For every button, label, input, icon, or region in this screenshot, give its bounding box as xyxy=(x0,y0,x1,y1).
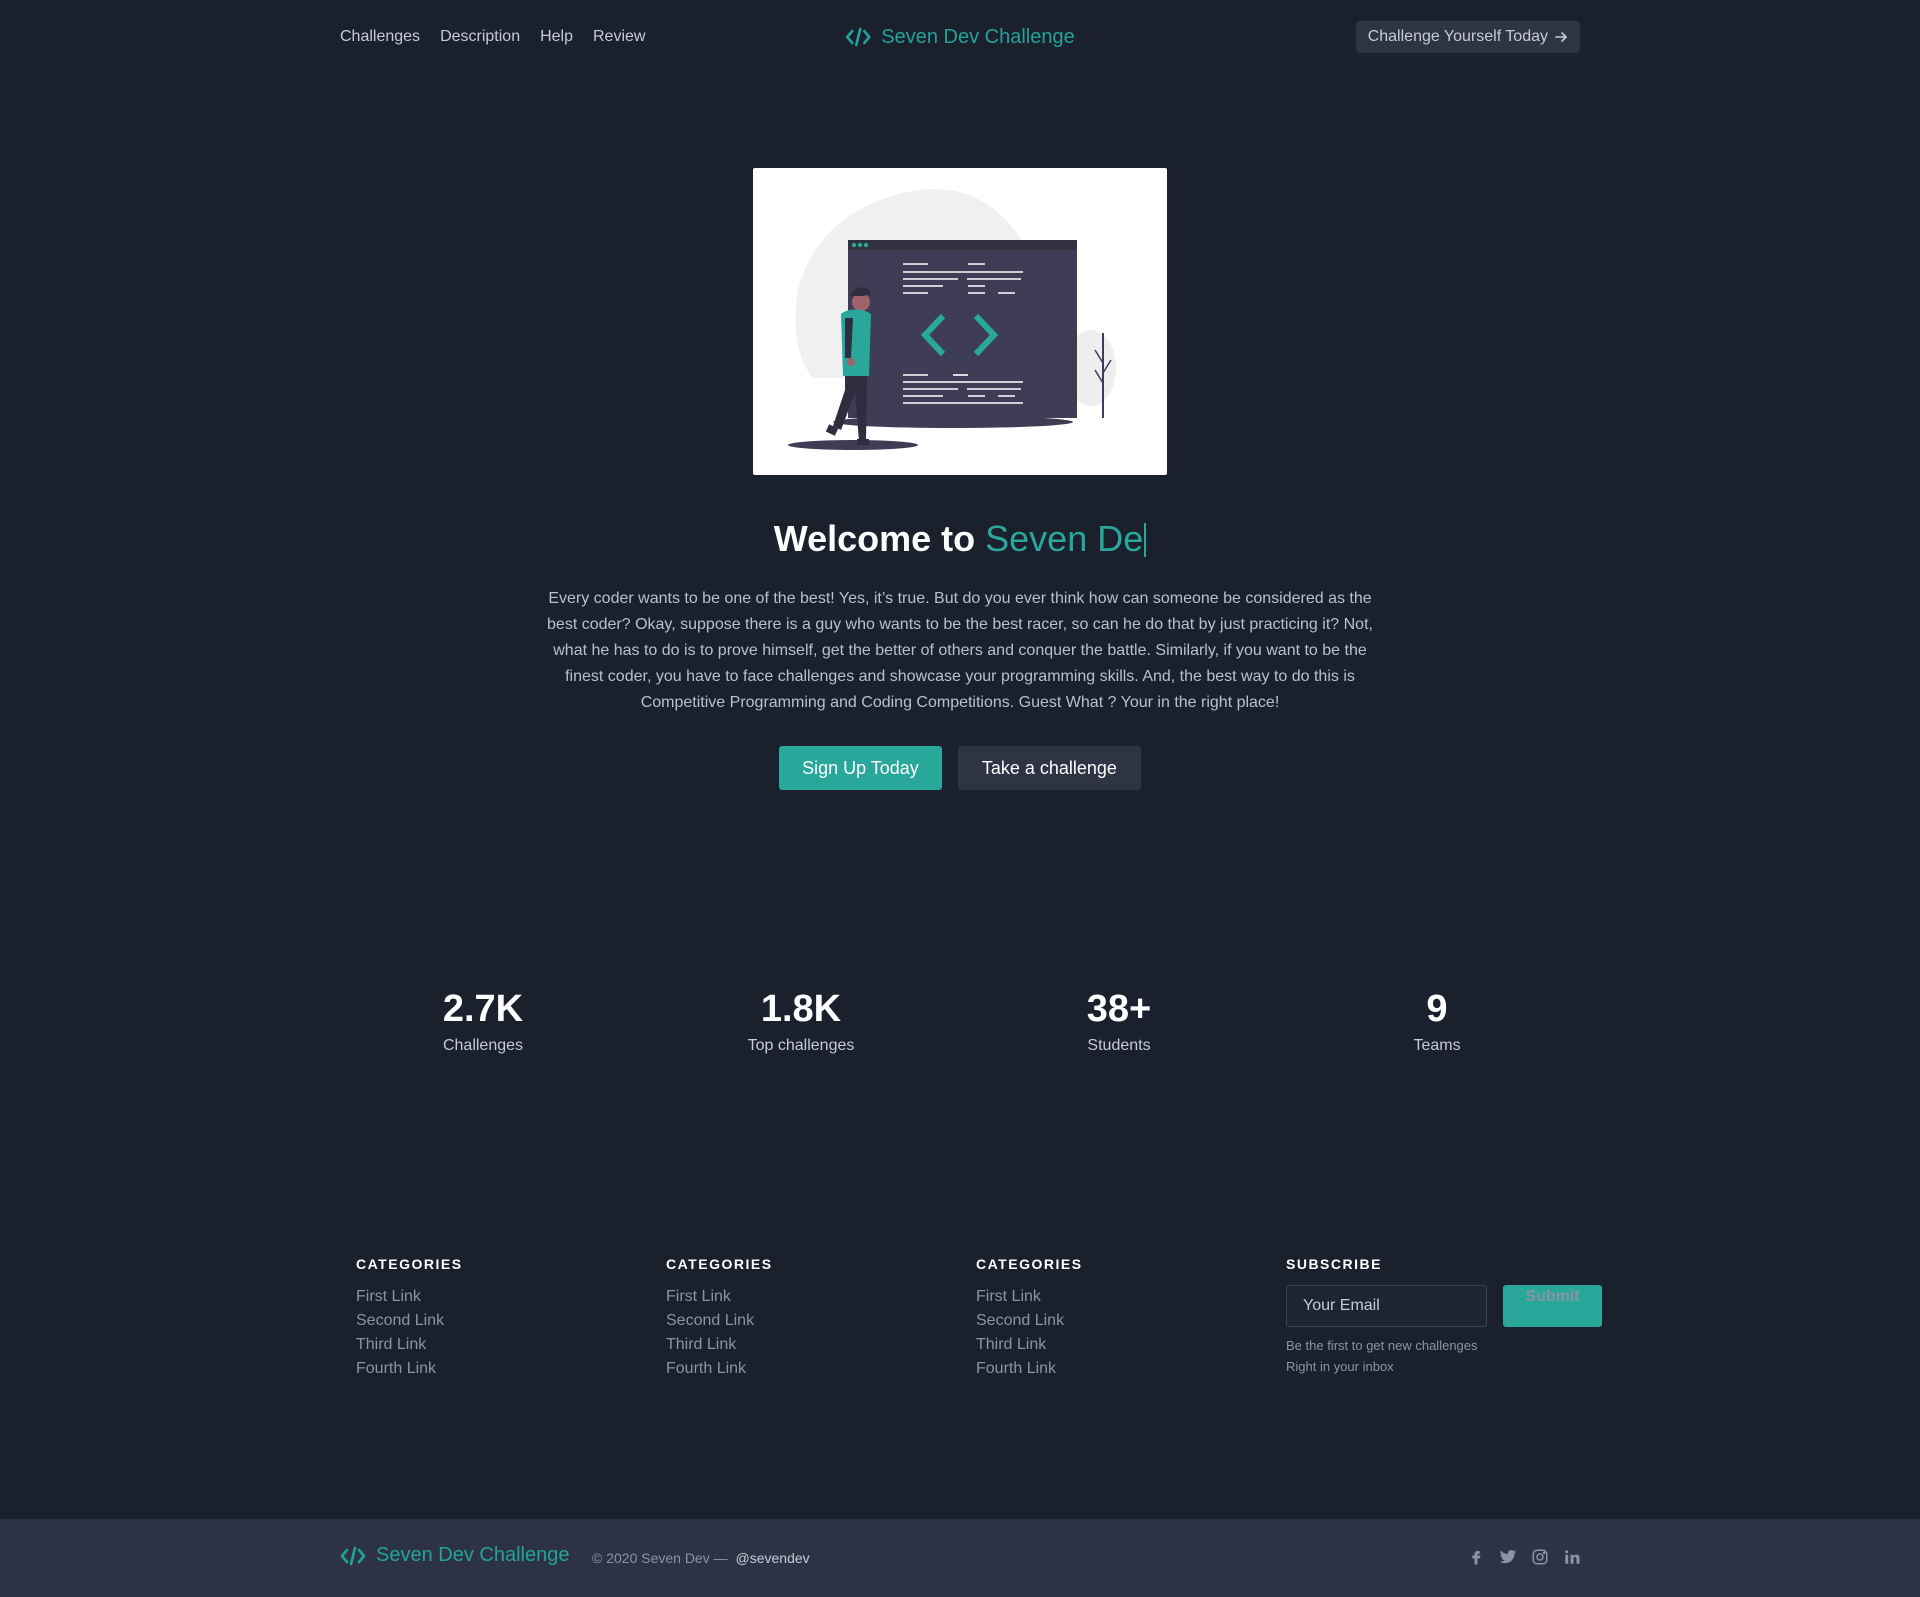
stat-label: Top challenges xyxy=(747,1037,855,1054)
subscribe-title: SUBSCRIBE xyxy=(1286,1256,1382,1272)
footer-link[interactable]: Second Link xyxy=(976,1309,1083,1333)
challenge-yourself-button[interactable]: Challenge Yourself Today xyxy=(1355,21,1580,53)
footer-brand-link[interactable]: Seven Dev Challenge xyxy=(340,1544,569,1567)
stat-value: 9 xyxy=(1426,988,1448,1030)
sign-up-button[interactable]: Sign Up Today xyxy=(779,746,942,790)
footer-link[interactable]: Fourth Link xyxy=(666,1357,773,1381)
hero-title-prefix: Welcome to xyxy=(773,518,976,559)
footer-link[interactable]: Fourth Link xyxy=(976,1357,1083,1381)
footer-link[interactable]: Third Link xyxy=(976,1333,1083,1357)
hero-illustration xyxy=(753,168,1167,475)
footer-link[interactable]: Third Link xyxy=(666,1333,773,1357)
take-challenge-button[interactable]: Take a challenge xyxy=(957,746,1141,790)
coder-illustration xyxy=(788,189,1116,450)
footer-column-title: CATEGORIES xyxy=(356,1256,463,1272)
footer-column-1: CATEGORIES First Link Second Link Third … xyxy=(356,1256,463,1381)
subscribe-form: Submit xyxy=(1286,1285,1602,1327)
footer-brand-name: Seven Dev Challenge xyxy=(376,1544,570,1566)
code-icon xyxy=(340,1546,366,1565)
challenge-yourself-label: Challenge Yourself Today xyxy=(1367,28,1548,45)
brand-name: Seven Dev Challenge xyxy=(881,25,1075,48)
typing-caret xyxy=(1144,523,1147,557)
hero-title-typed: Seven De xyxy=(985,518,1144,559)
footer-column-3: CATEGORIES First Link Second Link Third … xyxy=(976,1256,1083,1381)
twitter-icon[interactable] xyxy=(1498,1547,1518,1567)
nav-link-description[interactable]: Description xyxy=(440,28,520,46)
copyright-text: © 2020 Seven Dev — @sevendev xyxy=(592,1550,810,1566)
footer-link[interactable]: First Link xyxy=(356,1285,463,1309)
stat-challenges: 2.7K Challenges xyxy=(353,985,613,1055)
footer-link[interactable]: First Link xyxy=(976,1285,1083,1309)
footer-link[interactable]: Fourth Link xyxy=(356,1357,463,1381)
footer-column-2: CATEGORIES First Link Second Link Third … xyxy=(666,1256,773,1381)
footer-column-title: CATEGORIES xyxy=(666,1256,773,1272)
stat-students: 38+ Students xyxy=(989,985,1249,1055)
hero-description: Every coder wants to be one of the best!… xyxy=(547,590,1373,711)
nav-link-challenges[interactable]: Challenges xyxy=(340,28,420,46)
hero-buttons: Sign Up Today Take a challenge xyxy=(0,746,1920,790)
twitter-handle-link[interactable]: @sevendev xyxy=(736,1550,810,1566)
nav-link-help[interactable]: Help xyxy=(540,28,573,46)
subscribe-note-line-2: Right in your inbox xyxy=(1286,1359,1394,1374)
nav-link-review[interactable]: Review xyxy=(593,28,645,46)
site-header: Challenges Description Help Review Seven… xyxy=(340,20,1580,54)
footer-link[interactable]: Second Link xyxy=(666,1309,773,1333)
arrow-right-icon xyxy=(1555,32,1567,42)
stat-label: Students xyxy=(1087,1037,1151,1054)
linkedin-icon[interactable] xyxy=(1562,1547,1582,1567)
footer-link[interactable]: Second Link xyxy=(356,1309,463,1333)
submit-button[interactable]: Submit xyxy=(1503,1285,1602,1327)
bottom-bar: Seven Dev Challenge © 2020 Seven Dev — @… xyxy=(0,1519,1920,1597)
email-input[interactable] xyxy=(1286,1285,1487,1327)
footer-link[interactable]: Third Link xyxy=(356,1333,463,1357)
subscribe-column: SUBSCRIBE Submit Be the first to get new… xyxy=(1286,1256,1602,1377)
footer-column-title: CATEGORIES xyxy=(976,1256,1083,1272)
copyright-label: © 2020 Seven Dev — xyxy=(592,1550,728,1566)
stat-label: Teams xyxy=(1413,1037,1461,1054)
social-links xyxy=(1466,1547,1582,1567)
stat-top-challenges: 1.8K Top challenges xyxy=(671,985,931,1055)
subscribe-note-line-1: Be the first to get new challenges xyxy=(1286,1338,1478,1353)
brand-logo-link[interactable]: Seven Dev Challenge xyxy=(845,25,1075,49)
hero-title: Welcome to Seven De xyxy=(0,518,1920,560)
stat-value: 1.8K xyxy=(760,988,842,1030)
main-nav: Challenges Description Help Review xyxy=(340,28,645,46)
stat-value: 38+ xyxy=(1086,988,1152,1030)
instagram-icon[interactable] xyxy=(1530,1547,1550,1567)
stat-label: Challenges xyxy=(442,1037,524,1054)
stat-teams: 9 Teams xyxy=(1307,985,1567,1055)
facebook-icon[interactable] xyxy=(1466,1547,1486,1567)
subscribe-note: Be the first to get new challenges Right… xyxy=(1286,1335,1602,1377)
code-icon xyxy=(845,27,871,47)
stat-value: 2.7K xyxy=(442,988,524,1030)
footer-link[interactable]: First Link xyxy=(666,1285,773,1309)
